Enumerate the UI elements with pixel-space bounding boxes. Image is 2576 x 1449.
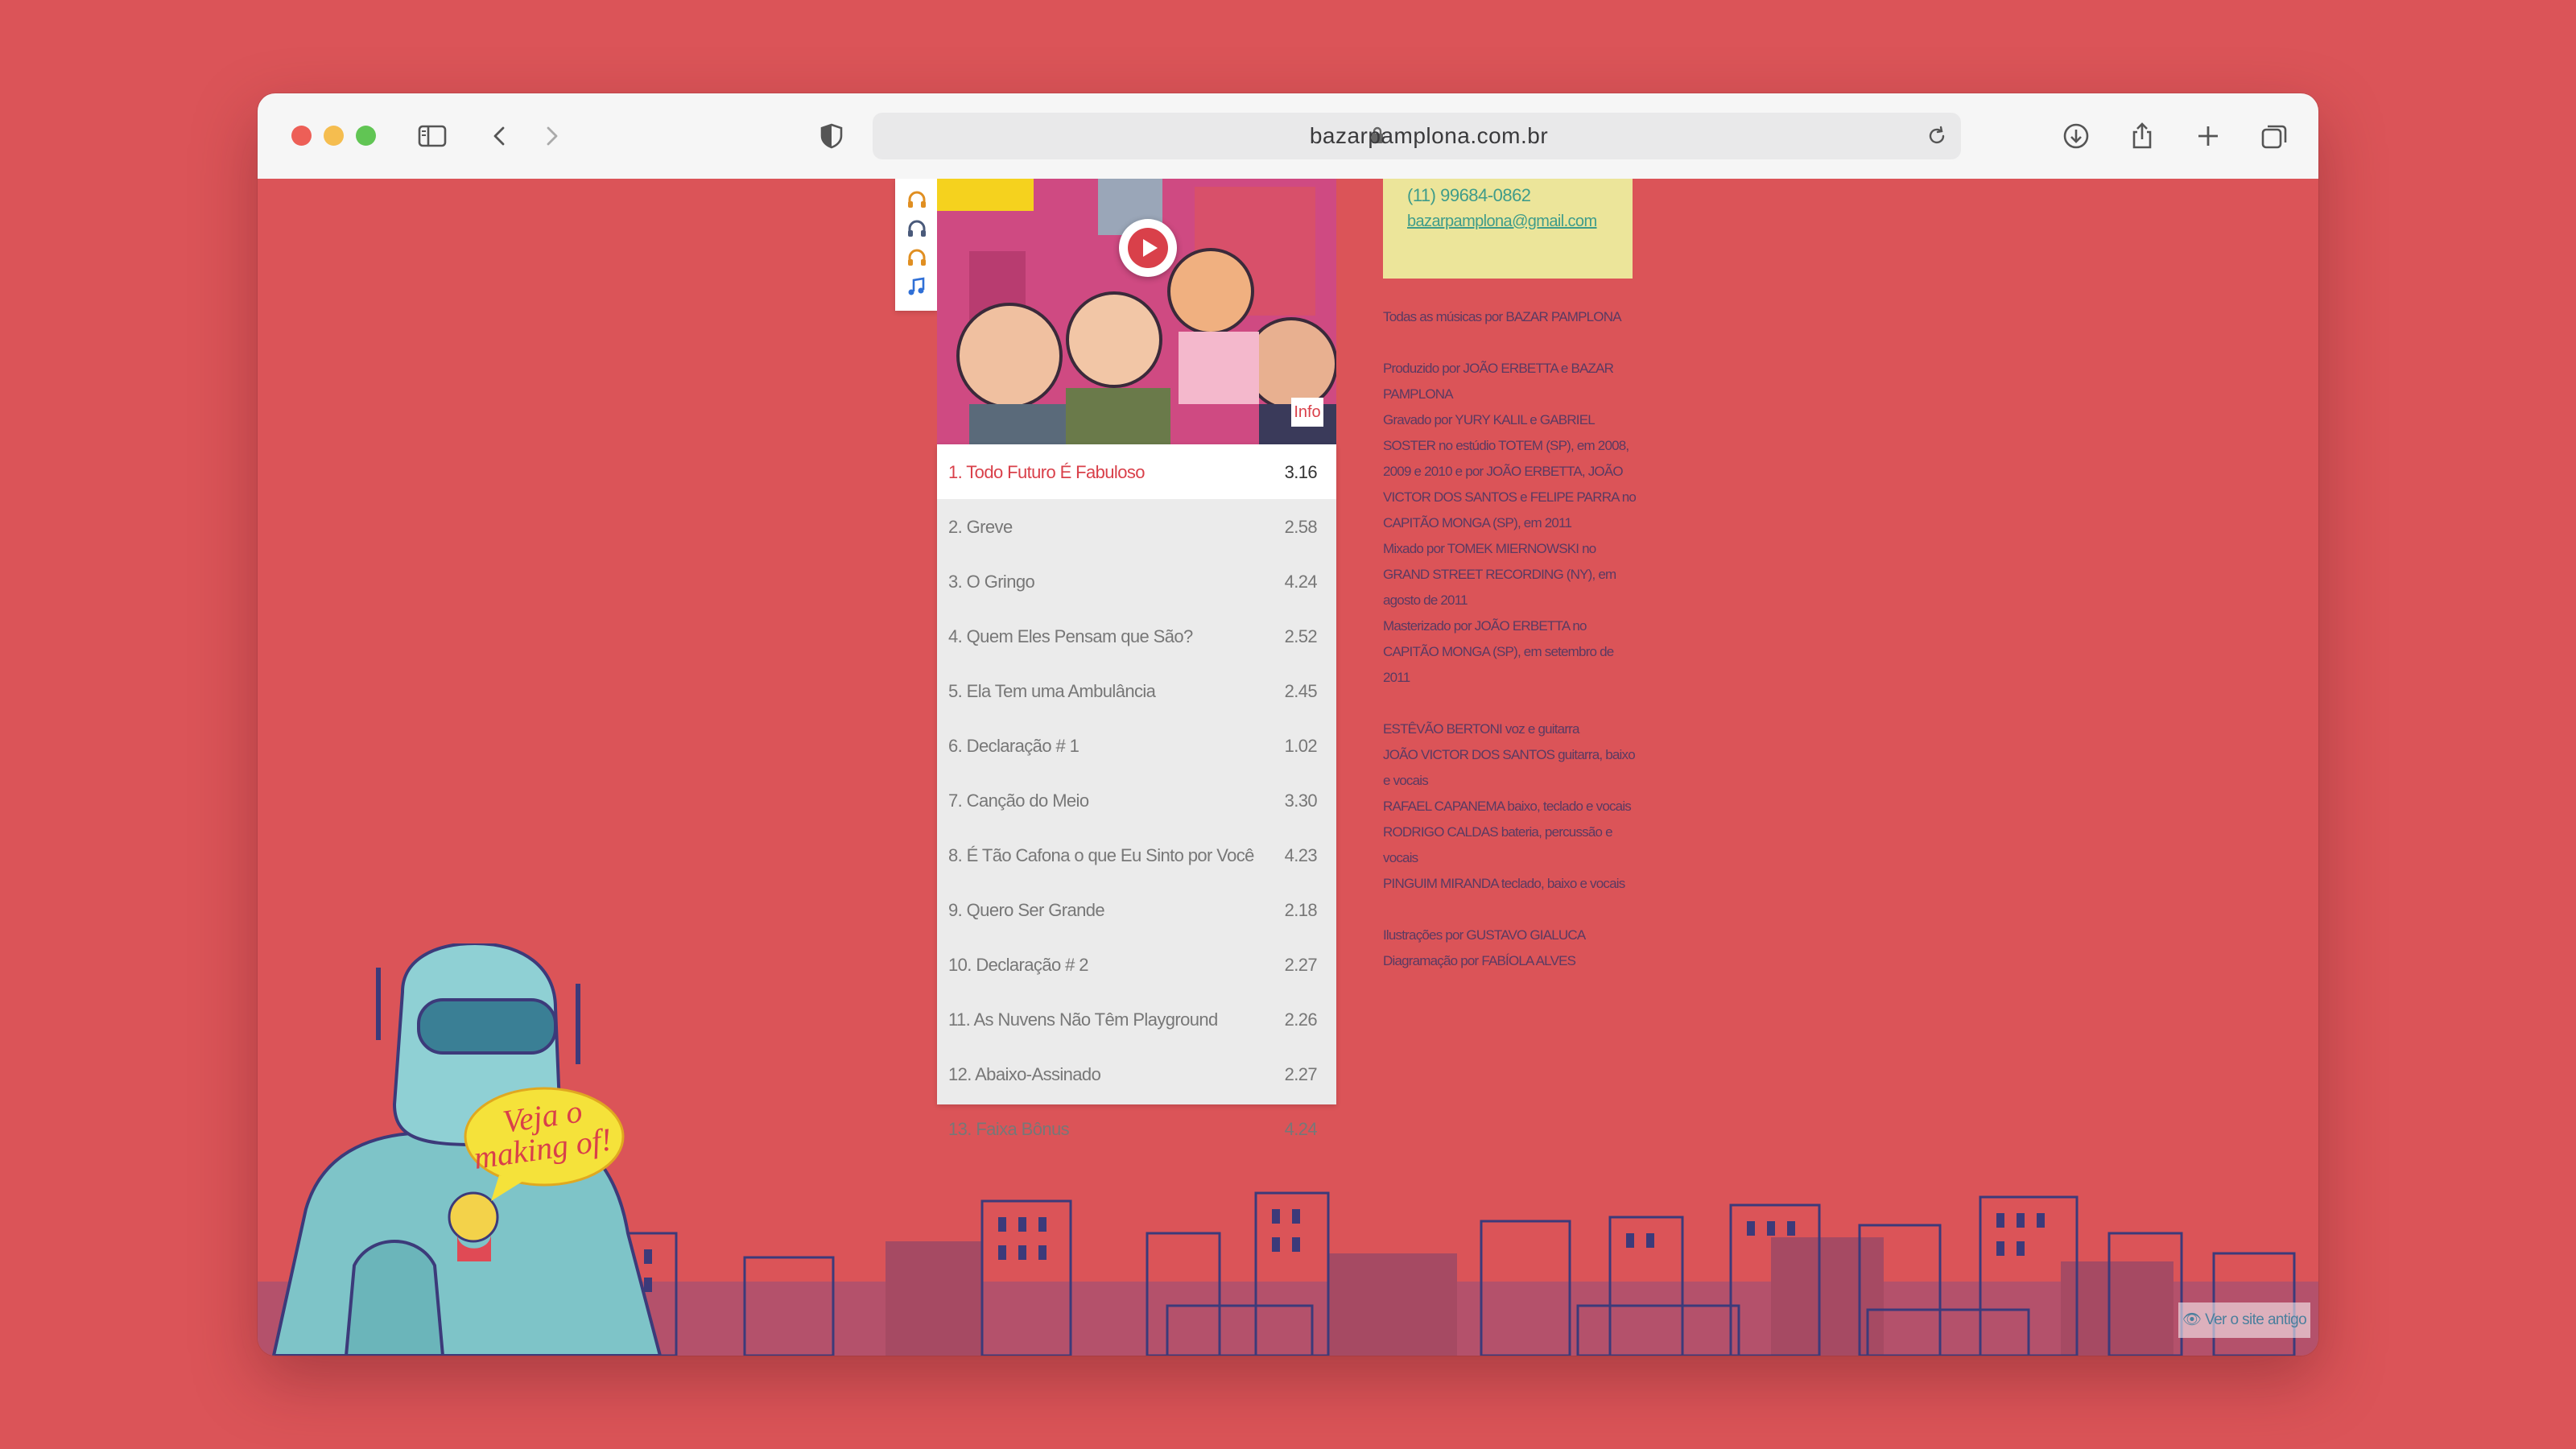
contact-card: (11) 99684-0862 bazarpamplona@gmail.com	[1383, 179, 1633, 279]
eye-icon: 👁	[2182, 1311, 2206, 1328]
track-title: As Nuvens Não Têm Playground	[973, 1009, 1218, 1030]
credit-band-member: JOÃO VICTOR DOS SANTOS guitarra, baixo e…	[1383, 747, 1636, 788]
headphones-icon[interactable]	[906, 246, 928, 269]
track-title: Canção do Meio	[966, 791, 1089, 811]
track-duration: 2.52	[1284, 626, 1318, 646]
track-row[interactable]: 1. Todo Futuro É Fabuloso 3.16	[937, 444, 1336, 499]
music-note-icon[interactable]	[906, 275, 928, 298]
new-tab-plus-icon[interactable]	[2190, 118, 2227, 155]
sidebar-toggle-icon[interactable]	[414, 118, 451, 155]
play-button[interactable]	[1119, 219, 1177, 277]
track-duration: 2.27	[1284, 955, 1318, 975]
track-duration: 3.30	[1284, 791, 1318, 811]
credit-all-music: Todas as músicas por BAZAR PAMPLONA	[1383, 309, 1622, 324]
track-title: Todo Futuro É Fabuloso	[966, 462, 1145, 482]
close-window-button[interactable]	[291, 126, 312, 146]
track-title: Faixa Bônus	[976, 1119, 1070, 1139]
share-icon[interactable]	[2124, 118, 2161, 155]
track-row[interactable]: 6. Declaração # 1 1.02	[937, 718, 1336, 773]
track-duration: 2.26	[1284, 1009, 1318, 1030]
minimize-window-button[interactable]	[324, 126, 344, 146]
track-duration: 2.18	[1284, 900, 1318, 920]
info-button[interactable]: Info	[1291, 398, 1323, 427]
track-duration: 1.02	[1284, 736, 1318, 756]
credit-produced: Produzido por JOÃO ERBETTA e BAZAR PAMPL…	[1383, 361, 1614, 402]
track-title: Declaração # 2	[976, 955, 1088, 975]
track-row[interactable]: 11. As Nuvens Não Têm Playground 2.26	[937, 992, 1336, 1046]
track-duration: 2.58	[1284, 517, 1318, 537]
back-chevron-icon[interactable]	[481, 118, 518, 155]
track-duration: 4.24	[1284, 1119, 1318, 1139]
old-site-link[interactable]: 👁 Ver o site antigo	[2178, 1302, 2310, 1338]
page-content: Veja o making of! Info 1. Todo Futuro É …	[258, 179, 2318, 1356]
track-title: O Gringo	[966, 572, 1035, 592]
track-row[interactable]: 5. Ela Tem uma Ambulância 2.45	[937, 663, 1336, 718]
track-row[interactable]: 7. Canção do Meio 3.30	[937, 773, 1336, 828]
track-title: Abaixo-Assinado	[975, 1064, 1101, 1084]
track-duration: 4.23	[1284, 845, 1318, 865]
credit-band-member: ESTÊVÃO BERTONI voz e guitarra	[1383, 721, 1580, 737]
track-duration: 2.27	[1284, 1064, 1318, 1084]
robot-illustration: Veja o making of!	[271, 943, 663, 1356]
url-text: bazarpamplona.com.br	[1309, 123, 1549, 148]
track-title: Greve	[966, 517, 1013, 537]
track-title: É Tão Cafona o que Eu Sinto por Você	[966, 845, 1255, 865]
credit-band-member: RODRIGO CALDAS bateria, percussão e voca…	[1383, 824, 1613, 865]
credit-layout: Diagramação por FABÍOLA ALVES	[1383, 953, 1576, 968]
track-title: Quem Eles Pensam que São?	[966, 626, 1194, 646]
track-row[interactable]: 3. O Gringo 4.24	[937, 554, 1336, 609]
album-credits: Todas as músicas por BAZAR PAMPLONA Prod…	[1383, 304, 1641, 974]
track-row[interactable]: 8. É Tão Cafona o que Eu Sinto por Você 4…	[937, 828, 1336, 882]
headphones-icon[interactable]	[906, 188, 928, 211]
track-row[interactable]: 13. Faixa Bônus 4.24	[937, 1101, 1336, 1156]
credit-illustrations: Ilustrações por GUSTAVO GIALUCA	[1383, 927, 1586, 943]
tab-overview-icon[interactable]	[2256, 118, 2293, 155]
track-title: Declaração # 1	[966, 736, 1080, 756]
track-title: Quero Ser Grande	[966, 900, 1105, 920]
headphones-icon[interactable]	[906, 217, 928, 240]
address-bar[interactable]: bazarpamplona.com.br	[873, 113, 1961, 159]
track-row[interactable]: 4. Quem Eles Pensam que São? 2.52	[937, 609, 1336, 663]
track-row[interactable]: 10. Declaração # 2 2.27	[937, 937, 1336, 992]
downloads-icon[interactable]	[2058, 118, 2095, 155]
credit-band-member: PINGUIM MIRANDA teclado, baixo e vocais	[1383, 876, 1625, 891]
credit-mastered: Masterizado por JOÃO ERBETTA no CAPITÃO …	[1383, 618, 1614, 685]
track-duration: 4.24	[1284, 572, 1318, 592]
reload-icon[interactable]	[1924, 123, 1950, 149]
zoom-window-button[interactable]	[356, 126, 376, 146]
privacy-shield-icon[interactable]	[813, 118, 850, 155]
track-title: Ela Tem uma Ambulância	[966, 681, 1156, 701]
album-cover-art: Info	[937, 179, 1336, 444]
player-side-toolbar	[895, 179, 939, 311]
browser-window: bazarpamplona.com.br Veja o making of! I…	[258, 93, 2318, 1356]
forward-chevron-icon[interactable]	[533, 118, 570, 155]
browser-toolbar: bazarpamplona.com.br	[258, 93, 2318, 180]
track-row[interactable]: 12. Abaixo-Assinado 2.27	[937, 1046, 1336, 1101]
credit-recorded: Gravado por YURY KALIL e GABRIEL SOSTER …	[1383, 412, 1637, 530]
play-icon	[1128, 228, 1168, 268]
credit-band-member: RAFAEL CAPANEMA baixo, teclado e vocais	[1383, 799, 1632, 814]
credit-mixed: Mixado por TOMEK MIERNOWSKI no GRAND STR…	[1383, 541, 1616, 608]
track-duration: 2.45	[1284, 681, 1318, 701]
contact-email-link[interactable]: bazarpamplona@gmail.com	[1407, 213, 1597, 231]
track-duration: 3.16	[1284, 462, 1318, 482]
track-row[interactable]: 9. Quero Ser Grande 2.18	[937, 882, 1336, 937]
track-row[interactable]: 2. Greve 2.58	[937, 499, 1336, 554]
track-list: 1. Todo Futuro É Fabuloso 3.16 2. Greve 2.…	[937, 444, 1336, 1139]
contact-phone: (11) 99684-0862	[1407, 185, 1531, 205]
